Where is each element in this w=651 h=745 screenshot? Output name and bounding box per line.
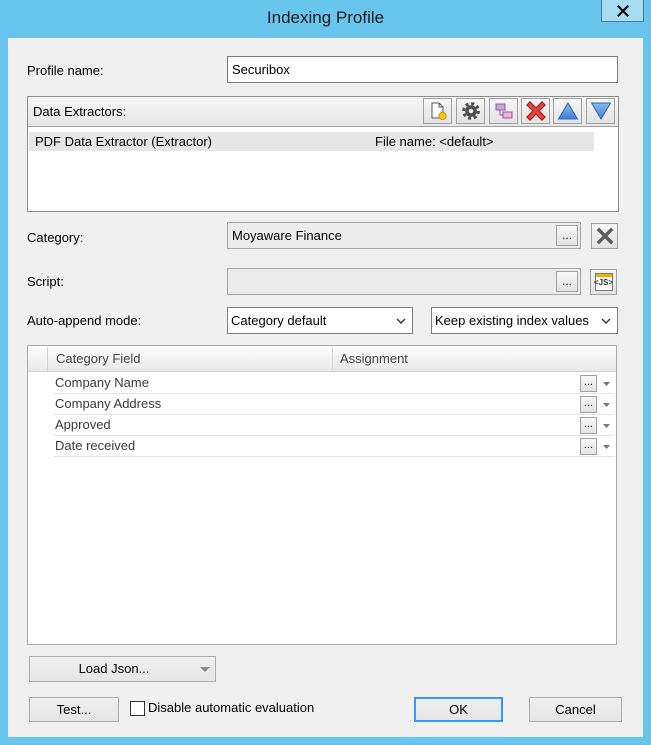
category-value: Moyaware Finance	[232, 228, 342, 243]
table-row[interactable]: Approved ...	[28, 415, 616, 436]
assignment-browse-button[interactable]: ...	[580, 375, 597, 392]
load-json-button[interactable]: Load Json...	[29, 656, 216, 682]
data-extractors-panel: Data Extractors: PDF Data Extractor (Ext…	[27, 96, 619, 212]
category-field-name: Approved	[55, 417, 111, 432]
category-field[interactable]: Moyaware Finance ...	[227, 222, 581, 249]
category-label: Category:	[27, 230, 84, 245]
delete-icon	[525, 101, 546, 121]
move-down-button[interactable]	[586, 98, 615, 124]
extractor-mapping-button[interactable]	[489, 98, 518, 124]
remove-extractor-button[interactable]	[521, 98, 550, 124]
test-button[interactable]: Test...	[29, 697, 119, 722]
add-extractor-button[interactable]	[423, 98, 452, 124]
auto-append-label: Auto-append mode:	[27, 313, 142, 328]
edit-script-button[interactable]: <JS>	[590, 269, 617, 295]
profile-name-label: Profile name:	[27, 63, 104, 78]
title-bar[interactable]: Indexing Profile	[0, 0, 651, 38]
disable-evaluation-label[interactable]: Disable automatic evaluation	[148, 699, 314, 717]
chevron-down-icon	[396, 318, 406, 324]
row-divider	[53, 456, 614, 457]
row-indicator-header	[28, 347, 48, 371]
ok-button[interactable]: OK	[414, 697, 503, 722]
close-icon	[616, 4, 629, 17]
table-row[interactable]: Date received ...	[28, 436, 616, 457]
dropdown-arrow-icon	[200, 667, 210, 672]
assignment-cell[interactable]	[333, 394, 577, 414]
auto-append-mode-select[interactable]: Category default	[227, 307, 413, 334]
table-row[interactable]: Company Name ...	[28, 373, 616, 394]
clear-icon	[596, 227, 613, 245]
column-header-category-field[interactable]: Category Field	[48, 347, 333, 371]
disable-evaluation-checkbox[interactable]	[130, 701, 145, 716]
data-extractors-label: Data Extractors:	[33, 104, 127, 119]
script-label: Script:	[27, 274, 64, 289]
new-document-icon	[431, 102, 447, 121]
data-extractors-list[interactable]: PDF Data Extractor (Extractor) File name…	[28, 127, 618, 211]
existing-values-value: Keep existing index values	[435, 313, 589, 328]
column-header-assignment[interactable]: Assignment	[333, 347, 616, 371]
assignment-browse-button[interactable]: ...	[580, 438, 597, 455]
arrow-up-icon	[557, 102, 578, 120]
existing-values-select[interactable]: Keep existing index values	[431, 307, 618, 334]
list-item[interactable]: PDF Data Extractor (Extractor) File name…	[29, 132, 594, 151]
grid-header: Category Field Assignment	[28, 347, 616, 372]
close-button[interactable]	[601, 0, 644, 22]
chevron-down-icon	[601, 318, 611, 324]
load-json-label: Load Json...	[78, 661, 150, 676]
assignment-cell[interactable]	[333, 373, 577, 393]
category-field-name: Company Name	[55, 375, 149, 390]
javascript-icon-text: <JS>	[593, 278, 614, 287]
script-field[interactable]: ...	[227, 268, 581, 295]
window-title: Indexing Profile	[266, 8, 385, 27]
dropdown-arrow-icon[interactable]	[603, 424, 610, 428]
arrow-down-icon	[590, 102, 611, 120]
extractor-file-name: File name: <default>	[375, 134, 494, 149]
gear-icon	[461, 102, 480, 120]
auto-append-mode-value: Category default	[231, 313, 327, 328]
field-assignment-grid[interactable]: Category Field Assignment Company Name .…	[27, 345, 617, 645]
table-row[interactable]: Company Address ...	[28, 394, 616, 415]
mapping-icon	[495, 103, 512, 119]
assignment-browse-button[interactable]: ...	[580, 417, 597, 434]
cancel-button[interactable]: Cancel	[529, 697, 622, 722]
script-browse-button[interactable]: ...	[556, 271, 578, 292]
dropdown-arrow-icon[interactable]	[603, 445, 610, 449]
clear-category-button[interactable]	[591, 223, 618, 249]
category-field-name: Company Address	[55, 396, 162, 411]
category-field-name: Date received	[55, 438, 136, 453]
extractor-settings-button[interactable]	[456, 98, 485, 124]
profile-name-input[interactable]	[227, 56, 618, 83]
move-up-button[interactable]	[553, 98, 582, 124]
assignment-cell[interactable]	[333, 415, 577, 435]
assignment-browse-button[interactable]: ...	[580, 396, 597, 413]
dialog-body: Profile name: Data Extractors:	[8, 38, 643, 737]
dropdown-arrow-icon[interactable]	[603, 382, 610, 386]
assignment-cell[interactable]	[333, 436, 577, 456]
dropdown-arrow-icon[interactable]	[603, 403, 610, 407]
javascript-icon: <JS>	[594, 272, 614, 292]
category-browse-button[interactable]: ...	[556, 225, 578, 246]
extractor-name: PDF Data Extractor (Extractor)	[35, 134, 212, 149]
data-extractors-header: Data Extractors:	[28, 97, 618, 127]
